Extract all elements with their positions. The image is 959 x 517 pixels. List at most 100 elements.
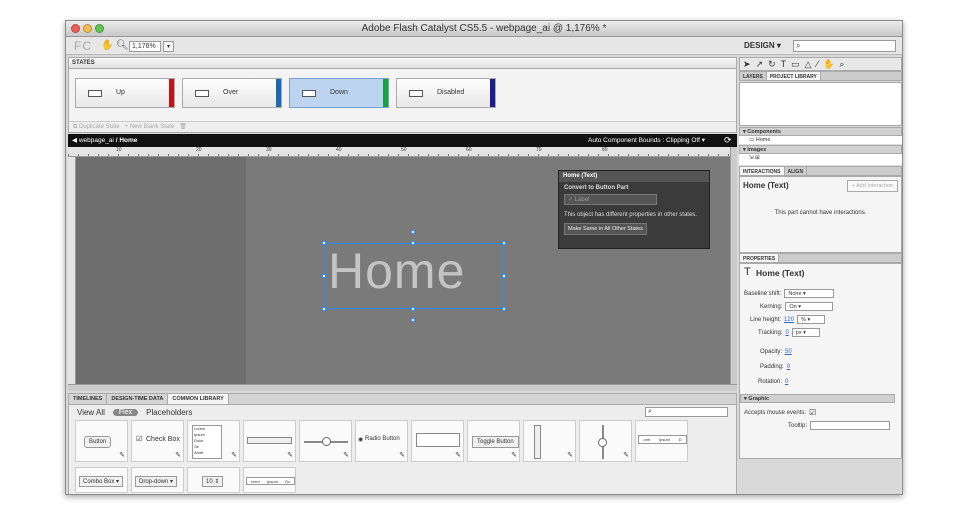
edit-icon[interactable]: ✎ (231, 451, 237, 459)
rotate-handle[interactable] (411, 318, 415, 322)
minimize-button[interactable] (83, 24, 92, 33)
edit-icon[interactable]: ✎ (567, 451, 573, 459)
text-tool-icon[interactable]: T (781, 58, 787, 70)
library-item-tab-bar[interactable]: orm Ipsum D (635, 420, 688, 462)
resize-handle[interactable] (322, 307, 326, 311)
library-item-checkbox[interactable]: ☑ Check Box ✎ (131, 420, 184, 462)
tracking-unit-select[interactable]: px ▾ (791, 328, 820, 337)
graphic-section[interactable]: ▾ Graphic (740, 394, 895, 403)
library-item-drop-down[interactable]: Drop-down ▾ (131, 467, 184, 493)
back-arrow-icon[interactable]: ◀ (68, 137, 77, 144)
library-item-tab-bar-2[interactable]: orem Ipsum Do (243, 467, 296, 493)
zoom-tool-icon[interactable]: 🔍︎ (116, 40, 129, 51)
workspace-switcher[interactable]: DESIGN ▾ (744, 41, 781, 50)
close-button[interactable] (71, 24, 80, 33)
edit-icon[interactable]: ✎ (175, 451, 181, 459)
edit-icon[interactable]: ✎ (399, 451, 405, 459)
line-tool-icon[interactable]: ∕ (817, 58, 819, 70)
artboard-stage[interactable]: Home Home (Text) Convert to Button Part … (76, 157, 730, 384)
add-folder-icon[interactable]: ⊞ (755, 155, 760, 161)
library-search-input[interactable]: ⌕ (645, 407, 728, 417)
library-item-numeric-stepper[interactable]: 10 ⇕ (187, 467, 240, 493)
add-interaction-button[interactable]: + Add Interaction (846, 180, 898, 192)
duplicate-state-button[interactable]: ⧉ Duplicate State (73, 124, 120, 130)
edit-icon[interactable]: ✎ (455, 451, 461, 459)
tracking-value[interactable]: 0 (785, 330, 788, 336)
filter-flex[interactable]: Flex (112, 409, 139, 416)
vertical-scrollbar[interactable] (730, 147, 737, 384)
resize-handle[interactable] (411, 307, 415, 311)
component-item[interactable]: ▭ Home (739, 136, 902, 145)
library-item-button[interactable]: Button ✎ (75, 420, 128, 462)
tab-interactions[interactable]: INTERACTIONS (740, 167, 785, 175)
edit-icon[interactable]: ✎ (287, 451, 293, 459)
zoom-tool-icon[interactable]: ⌕ (839, 58, 844, 70)
tab-design-time-data[interactable]: DESIGN-TIME DATA (107, 394, 169, 404)
resize-handle[interactable] (502, 274, 506, 278)
hand-tool-icon[interactable]: ✋ (823, 58, 834, 70)
edit-icon[interactable]: ✎ (623, 451, 629, 459)
breadcrumb-root[interactable]: webpage_ai (79, 137, 114, 144)
library-item-vertical-slider[interactable]: ✎ (579, 420, 632, 462)
state-up[interactable]: Up (75, 78, 175, 108)
tooltip-input[interactable] (810, 421, 891, 430)
zoom-dropdown[interactable]: ▾ (163, 41, 174, 52)
refresh-icon[interactable]: ⟳ (724, 134, 732, 147)
state-over[interactable]: Over (182, 78, 282, 108)
zoom-input[interactable]: 1,176% (129, 41, 161, 52)
hud-label-dropdown[interactable]: ✓ Label (564, 194, 657, 205)
state-down[interactable]: Down (289, 78, 389, 108)
new-blank-state-button[interactable]: + New Blank State (125, 124, 175, 130)
rotate-handle[interactable] (411, 230, 415, 234)
edit-icon[interactable]: ✎ (511, 451, 517, 459)
shape-tool-icon[interactable]: △ (805, 58, 812, 70)
rectangle-tool-icon[interactable]: ▭ (791, 58, 800, 70)
resize-handle[interactable] (411, 241, 415, 245)
resize-handle[interactable] (502, 307, 506, 311)
select-tool-icon[interactable]: ➤ (743, 58, 751, 70)
tab-properties[interactable]: PROPERTIES (740, 254, 780, 262)
filter-view-all[interactable]: View All (77, 408, 105, 417)
filter-placeholders[interactable]: Placeholders (146, 408, 192, 417)
library-item-list[interactable]: Lorem Ipsum Dolor Sit Amet ✎ (187, 420, 240, 462)
tab-timelines[interactable]: TIMELINES (69, 394, 108, 404)
tabbar-preview: orem Ipsum Do (246, 477, 295, 485)
import-icon[interactable]: ⇲ (749, 155, 754, 161)
library-item-horizontal-scrollbar[interactable]: ✎ (243, 420, 296, 462)
zoom-button[interactable] (95, 24, 104, 33)
tab-layers[interactable]: LAYERS (740, 72, 767, 80)
padding-value[interactable]: 0 (787, 364, 790, 370)
direct-select-tool-icon[interactable]: ↗ (756, 58, 764, 70)
component-bounds-menu[interactable]: Auto Component Bounds : Clipping Off ▾ (588, 134, 705, 147)
kerning-select[interactable]: On ▾ (785, 302, 834, 311)
library-item-slider[interactable]: ✎ (299, 420, 352, 462)
images-section[interactable]: ▾ Images (739, 145, 902, 154)
rotation-value[interactable]: 0 (785, 379, 788, 385)
tab-project-library[interactable]: PROJECT LIBRARY (766, 72, 821, 80)
trash-icon[interactable]: 🗑 (179, 124, 187, 130)
state-disabled[interactable]: Disabled (396, 78, 496, 108)
baseline-select[interactable]: None ▾ (784, 289, 835, 298)
resize-handle[interactable] (322, 274, 326, 278)
horizontal-scrollbar[interactable] (68, 384, 737, 391)
library-item-toggle-button[interactable]: Toggle Button ✎ (467, 420, 520, 462)
components-section[interactable]: ▾ Components (739, 127, 902, 136)
library-item-text-input[interactable]: ✎ (411, 420, 464, 462)
help-search-input[interactable]: ⌕ (793, 40, 896, 52)
library-item-radio-button[interactable]: ◉ Radio Button ✎ (355, 420, 408, 462)
resize-handle[interactable] (502, 241, 506, 245)
make-same-button[interactable]: Make Same in All Other States (564, 223, 647, 235)
resize-handle[interactable] (322, 241, 326, 245)
edit-icon[interactable]: ✎ (343, 451, 349, 459)
lineheight-value[interactable]: 120 (784, 317, 794, 323)
opacity-value[interactable]: 50 (785, 349, 792, 355)
edit-icon[interactable]: ✎ (119, 451, 125, 459)
rotate-tool-icon[interactable]: ↻ (768, 58, 776, 70)
tab-align[interactable]: ALIGN (785, 167, 808, 175)
hand-tool-icon[interactable]: ✋ (101, 40, 113, 51)
lineheight-unit-select[interactable]: % ▾ (797, 315, 826, 324)
library-item-vertical-scrollbar[interactable]: ✎ (523, 420, 576, 462)
tab-common-library[interactable]: COMMON LIBRARY (168, 394, 229, 404)
mouse-events-checkbox[interactable]: ☑ (809, 408, 816, 417)
library-item-combo-box[interactable]: Combo Box ▾ (75, 467, 128, 493)
